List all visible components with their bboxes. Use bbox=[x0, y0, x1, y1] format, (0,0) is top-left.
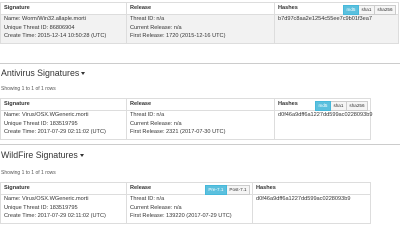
antivirus-signature-table: Signature Release Hashes md5 sha1 sha256… bbox=[0, 98, 372, 140]
first-release: First Release: 2321 (2017-07-30 UTC) bbox=[130, 129, 226, 135]
column-header-signature[interactable]: Signature bbox=[0, 98, 127, 111]
unique-threat-id: Unique Threat ID: 86806904 bbox=[4, 24, 75, 31]
column-header-release[interactable]: Release bbox=[126, 2, 275, 15]
hash-type-toggle: md5 sha1 sha256 bbox=[343, 5, 396, 15]
signature-cell: Name: Worm/Win32.allaple.morti Unique Th… bbox=[0, 14, 127, 44]
hash-value[interactable]: d0f46a9dff6a1227dd599ac0228093b9 bbox=[278, 112, 372, 121]
threat-id: Threat ID: n/a bbox=[130, 16, 165, 22]
hashes-header-label: Hashes bbox=[278, 101, 298, 107]
post-7-1-button[interactable]: Post-7.1 bbox=[226, 185, 250, 195]
antivirus-showing-rows: Showing 1 to 1 of 1 rows bbox=[1, 86, 56, 92]
hash-cell: d0f46a9dff6a1227dd599ac0228093b9 bbox=[252, 194, 371, 224]
create-time: Create Time: 2017-07-29 02:11:02 (UTC) bbox=[4, 213, 106, 219]
sha1-button[interactable]: sha1 bbox=[358, 5, 375, 15]
release-version-toggle: Pre-7.1 Post-7.1 bbox=[204, 185, 250, 195]
md5-button[interactable]: md5 bbox=[343, 5, 359, 15]
current-release: Current Release: n/a bbox=[130, 24, 182, 31]
current-release: Current Release: n/a bbox=[130, 204, 182, 211]
table-header-row: Signature Release Pre-7.1 Post-7.1 Hashe… bbox=[0, 182, 371, 195]
first-release: First Release: 139220 (2017-07-29 UTC) bbox=[130, 213, 232, 219]
threat-id: Threat ID: n/a bbox=[130, 196, 165, 202]
table-header-row: Signature Release Hashes md5 sha1 sha256 bbox=[0, 2, 399, 15]
signature-cell: Name: Virus/OSX.WGeneric.morti Unique Th… bbox=[0, 110, 127, 140]
column-header-signature[interactable]: Signature bbox=[0, 182, 127, 195]
malware-signature-table: Signature Release Hashes md5 sha1 sha256… bbox=[0, 2, 399, 44]
pre-7-1-button[interactable]: Pre-7.1 bbox=[204, 185, 227, 195]
hash-value[interactable]: b7d97c8aa2e1254c55ee7c9b01f3ea7 bbox=[278, 16, 395, 25]
release-cell: Threat ID: n/a Current Release: n/a Firs… bbox=[126, 194, 253, 224]
signature-name: Name: Virus/OSX.WGeneric.morti bbox=[4, 112, 89, 118]
hash-type-toggle: md5 sha1 sha256 bbox=[315, 101, 368, 111]
create-time: Create Time: 2017-07-29 02:11:02 (UTC) bbox=[4, 129, 106, 135]
column-header-hashes: Hashes md5 sha1 sha256 bbox=[274, 98, 371, 111]
signature-name: Name: Worm/Win32.allaple.morti bbox=[4, 16, 86, 22]
release-header-label: Release bbox=[130, 185, 152, 191]
hash-value[interactable]: d0f46a9dff6a1227dd599ac0228093b9 bbox=[256, 196, 367, 205]
column-header-release[interactable]: Release bbox=[126, 98, 275, 111]
column-header-signature[interactable]: Signature bbox=[0, 2, 127, 15]
caret-down-icon bbox=[81, 72, 86, 76]
antivirus-title-text: Antivirus Signatures bbox=[1, 68, 80, 78]
release-cell: Threat ID: n/a Current Release: n/a Firs… bbox=[126, 14, 275, 44]
column-header-hashes[interactable]: Hashes bbox=[252, 182, 371, 195]
hash-cell: d0f46a9dff6a1227dd599ac0228093b9 bbox=[274, 110, 372, 140]
sha256-button[interactable]: sha256 bbox=[374, 5, 396, 15]
sha256-button[interactable]: sha256 bbox=[346, 101, 368, 111]
section-divider bbox=[0, 63, 400, 64]
threat-id: Threat ID: n/a bbox=[130, 112, 165, 118]
table-header-row: Signature Release Hashes md5 sha1 sha256 bbox=[0, 98, 371, 111]
caret-down-icon bbox=[79, 154, 84, 158]
hashes-header-label: Hashes bbox=[278, 5, 298, 11]
unique-threat-id: Unique Threat ID: 183519795 bbox=[4, 204, 78, 211]
wildfire-showing-rows: Showing 1 to 1 of 1 rows bbox=[1, 170, 56, 176]
signature-cell: Name: Virus/OSX.WGeneric.morti Unique Th… bbox=[0, 194, 127, 224]
first-release: First Release: 1720 (2015-12-16 UTC) bbox=[130, 33, 226, 39]
antivirus-signatures-title[interactable]: Antivirus Signatures bbox=[1, 68, 86, 79]
wildfire-signatures-title[interactable]: WildFire Signatures bbox=[1, 150, 84, 161]
wildfire-signature-table: Signature Release Pre-7.1 Post-7.1 Hashe… bbox=[0, 182, 371, 224]
sha1-button[interactable]: sha1 bbox=[330, 101, 347, 111]
current-release: Current Release: n/a bbox=[130, 120, 182, 127]
table-row: Name: Virus/OSX.WGeneric.morti Unique Th… bbox=[0, 194, 371, 224]
create-time: Create Time: 2015-12-14 10:50:28 (UTC) bbox=[4, 33, 107, 39]
column-header-hashes: Hashes md5 sha1 sha256 bbox=[274, 2, 399, 15]
md5-button[interactable]: md5 bbox=[315, 101, 331, 111]
column-header-release: Release Pre-7.1 Post-7.1 bbox=[126, 182, 253, 195]
table-row: Name: Worm/Win32.allaple.morti Unique Th… bbox=[0, 14, 399, 44]
wildfire-title-text: WildFire Signatures bbox=[1, 150, 78, 160]
section-divider bbox=[0, 144, 400, 145]
signature-name: Name: Virus/OSX.WGeneric.morti bbox=[4, 196, 89, 202]
hash-cell: b7d97c8aa2e1254c55ee7c9b01f3ea7 bbox=[274, 14, 399, 44]
unique-threat-id: Unique Threat ID: 183519795 bbox=[4, 120, 78, 127]
release-cell: Threat ID: n/a Current Release: n/a Firs… bbox=[126, 110, 275, 140]
table-row: Name: Virus/OSX.WGeneric.morti Unique Th… bbox=[0, 110, 372, 140]
